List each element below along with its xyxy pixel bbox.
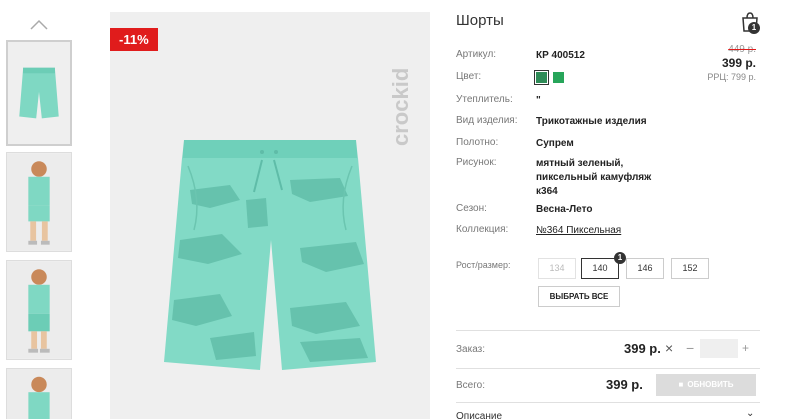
divider (456, 368, 760, 369)
collection-link[interactable]: №364 Пиксельная (536, 224, 686, 238)
remove-icon[interactable]: × (665, 340, 673, 356)
thumbnail-1[interactable] (6, 40, 72, 146)
color-swatch-2[interactable] (552, 71, 564, 83)
chevron-down-icon[interactable]: ⌄ (746, 408, 754, 419)
size-option-146[interactable]: 146 (626, 258, 664, 279)
attribute-label: Цвет: (456, 71, 482, 82)
attribute-value: " (536, 95, 541, 106)
total-price: 399 р. (606, 377, 643, 392)
order-label: Заказ: (456, 344, 486, 355)
color-swatches (534, 69, 686, 85)
discount-badge: -11% (110, 28, 158, 51)
attribute-label: Утеплитель: (456, 94, 513, 105)
svg-text:crockid: crockid (388, 68, 413, 146)
shorts-image (164, 140, 376, 370)
cart-icon: ■ (678, 380, 684, 389)
product-info-panel: Шорты 1 449 р. 399 р. РРЦ: 799 р. Артику… (456, 0, 800, 419)
product-page: -11% crockid Шорты 1 449 р. 399 р. РРЦ: … (0, 0, 800, 419)
size-selector: Рост/размер: 134 140 1 146 152 ВЫБРАТЬ В… (456, 252, 756, 308)
pattern-line: к364 (536, 186, 558, 197)
rrp-price: РРЦ: 799 р. (707, 72, 756, 82)
attribute-value: Трикотажные изделия (536, 116, 647, 127)
attribute-label: Вид изделия: (456, 115, 518, 126)
select-all-button[interactable]: ВЫБРАТЬ ВСЕ (538, 286, 620, 307)
size-option-152[interactable]: 152 (671, 258, 709, 279)
attribute-label: Коллекция: (456, 224, 509, 235)
pattern-line: мятный зеленый, (536, 158, 624, 169)
quantity-input[interactable] (700, 339, 738, 358)
thumbnail-3[interactable] (6, 260, 72, 360)
thumbnail-2[interactable] (6, 152, 72, 252)
size-label: Рост/размер: (456, 260, 511, 270)
decrease-button[interactable]: − (686, 340, 694, 356)
main-product-image: -11% crockid (110, 12, 430, 419)
brand-logo: crockid (388, 68, 413, 146)
attribute-value: Супрем (536, 138, 574, 149)
attribute-label: Рисунок: (456, 157, 497, 168)
thumbnail-column (0, 0, 80, 419)
size-option-134[interactable]: 134 (538, 258, 576, 279)
divider (456, 330, 760, 331)
size-count-badge: 1 (614, 252, 626, 264)
increase-button[interactable]: + (742, 341, 749, 355)
update-button-label: ОБНОВИТЬ (687, 380, 734, 389)
product-title: Шорты (456, 12, 504, 29)
pattern-line: пиксельный камуфляж (536, 172, 652, 183)
thumbnail-4[interactable] (6, 368, 72, 419)
divider (456, 402, 760, 403)
attribute-label: Полотно: (456, 137, 499, 148)
attribute-label: Артикул: (456, 49, 497, 60)
size-option-140[interactable]: 140 (581, 258, 619, 279)
attribute-value: КР 400512 (536, 50, 585, 61)
color-swatch-1[interactable] (534, 69, 549, 85)
update-button[interactable]: ■ ОБНОВИТЬ (656, 374, 756, 396)
attribute-value: мятный зеленый, пиксельный камуфляж к364 (536, 157, 686, 199)
description-label[interactable]: Описание (456, 411, 502, 419)
attribute-value: Весна-Лето (536, 204, 593, 215)
old-price: 449 р. (728, 44, 756, 55)
total-label: Всего: (456, 380, 485, 391)
attribute-label: Сезон: (456, 203, 487, 214)
order-price: 399 р. (624, 341, 661, 356)
current-price: 399 р. (721, 56, 756, 70)
chevron-up-icon[interactable] (28, 14, 50, 36)
cart-count-badge: 1 (748, 22, 760, 34)
